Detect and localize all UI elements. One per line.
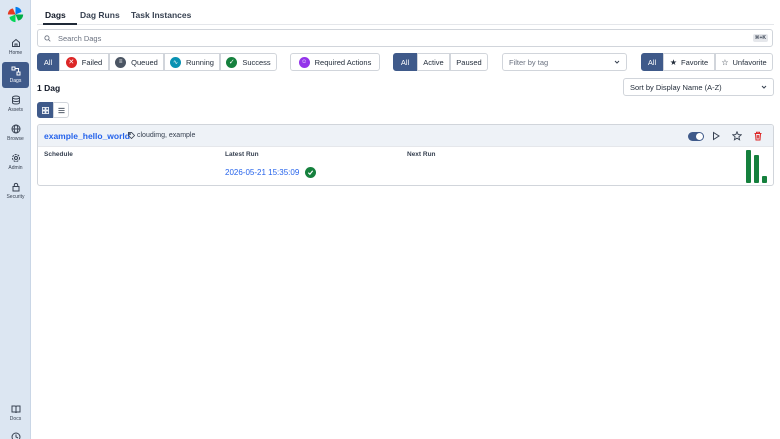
- filter-label: Running: [186, 57, 214, 67]
- search-placeholder: Search Dags: [58, 33, 102, 43]
- filter-success-button[interactable]: ✓ Success: [220, 53, 277, 71]
- filter-label: Unfavorite: [732, 57, 767, 67]
- dag-count: 1 Dag: [37, 83, 61, 93]
- delete-dag-button[interactable]: [752, 130, 764, 142]
- running-icon: ∿: [170, 56, 182, 68]
- filter-active-button[interactable]: Active: [417, 53, 450, 71]
- gear-icon: [11, 154, 20, 162]
- sidebar-item-docs[interactable]: Docs: [2, 400, 29, 426]
- filter-label: Paused: [456, 57, 482, 67]
- tab-bar: Dags Dag Runs Task Instances: [37, 0, 774, 25]
- sidebar: Home Dags Assets Browse Admin Security D…: [0, 0, 31, 439]
- run-bar[interactable]: [754, 155, 759, 183]
- filter-paused-all-button[interactable]: All: [393, 53, 417, 71]
- globe-icon: [11, 124, 20, 134]
- chevron-down-icon: [614, 60, 620, 64]
- filter-label: All: [647, 57, 657, 67]
- queued-icon: ≡: [115, 56, 127, 68]
- filter-label: Active: [423, 57, 444, 67]
- run-bar[interactable]: [762, 176, 767, 183]
- sidebar-item-label: Admin: [8, 165, 23, 171]
- filter-paused-button[interactable]: Paused: [450, 53, 488, 71]
- tag-icon: [128, 132, 135, 139]
- lock-icon: [12, 182, 19, 192]
- star-filled-icon: ★: [669, 57, 678, 67]
- sidebar-item-dags[interactable]: Dags: [2, 62, 29, 88]
- sidebar-item-label: Assets: [7, 107, 23, 113]
- sidebar-item-security[interactable]: Security: [2, 178, 29, 204]
- search-icon: [44, 34, 51, 42]
- tab-dags[interactable]: Dags: [45, 10, 66, 20]
- star-outline-icon: [732, 131, 742, 141]
- airflow-logo[interactable]: [7, 6, 24, 23]
- active-tab-indicator: [43, 23, 77, 25]
- user-check-icon: ☺: [298, 56, 310, 68]
- filter-label: Success: [242, 57, 271, 67]
- star-outline-icon: ☆: [721, 57, 729, 67]
- filter-favorite-button[interactable]: ★ Favorite: [663, 53, 715, 71]
- sidebar-item-label: Dags: [9, 78, 22, 84]
- failed-icon: ✕: [65, 56, 77, 68]
- sidebar-item-admin[interactable]: Admin: [2, 149, 29, 175]
- schedule-column-header: Schedule: [44, 151, 73, 158]
- tab-task-instances[interactable]: Task Instances: [131, 10, 191, 20]
- dag-card-header: example_hello_world cloudimg, example: [38, 125, 773, 147]
- sidebar-item-assets[interactable]: Assets: [2, 91, 29, 117]
- sidebar-item-label: Docs: [9, 416, 22, 422]
- tag-filter-placeholder: Filter by tag: [509, 57, 549, 67]
- home-icon: [11, 38, 20, 47]
- dag-tags: cloudimg, example: [128, 132, 195, 139]
- dags-icon: [11, 66, 20, 76]
- play-icon: [713, 131, 720, 141]
- filter-unfavorite-button[interactable]: ☆ Unfavorite: [715, 53, 773, 71]
- chevron-down-icon: [761, 85, 767, 89]
- filter-failed-button[interactable]: ✕ Failed: [59, 53, 109, 71]
- search-shortcut: ⌘+K: [752, 34, 768, 42]
- dag-name-link[interactable]: example_hello_world: [44, 131, 130, 141]
- list-view-button[interactable]: [53, 102, 69, 118]
- sidebar-item-home[interactable]: Home: [2, 34, 29, 60]
- favorite-dag-button[interactable]: [731, 130, 743, 142]
- trigger-dag-button[interactable]: [710, 130, 722, 142]
- filter-label: Favorite: [681, 57, 709, 67]
- dag-tags-text: cloudimg, example: [137, 132, 196, 139]
- sidebar-item-history[interactable]: [2, 428, 29, 439]
- card-view-button[interactable]: [37, 102, 53, 118]
- sort-select[interactable]: Sort by Display Name (A-Z): [623, 78, 774, 96]
- filter-label: All: [43, 57, 53, 67]
- search-input[interactable]: Search Dags ⌘+K: [37, 29, 773, 47]
- required-actions-button[interactable]: ☺ Required Actions: [290, 53, 380, 71]
- run-bar[interactable]: [746, 150, 751, 183]
- list-icon: [57, 107, 65, 113]
- grid-icon: [41, 106, 49, 114]
- filter-state-all-button[interactable]: All: [37, 53, 59, 71]
- filter-label: Required Actions: [314, 57, 372, 67]
- filter-label: All: [400, 57, 410, 67]
- filter-running-button[interactable]: ∿ Running: [164, 53, 220, 71]
- main-content: Dags Dag Runs Task Instances Search Dags…: [31, 0, 780, 439]
- next-run-column-header: Next Run: [407, 151, 436, 158]
- tag-filter-select[interactable]: Filter by tag: [502, 53, 627, 71]
- dag-active-toggle[interactable]: [688, 132, 704, 141]
- tab-dag-runs[interactable]: Dag Runs: [80, 10, 120, 20]
- clock-icon: [11, 432, 20, 439]
- filter-label: Failed: [81, 57, 103, 67]
- trash-icon: [754, 131, 762, 141]
- sort-value: Sort by Display Name (A-Z): [630, 82, 722, 92]
- sidebar-item-label: Browse: [7, 136, 24, 142]
- filter-label: Queued: [131, 57, 158, 67]
- latest-run-link[interactable]: 2026-05-21 15:35:09: [225, 168, 299, 177]
- filter-favorite-all-button[interactable]: All: [641, 53, 663, 71]
- latest-run-column-header: Latest Run: [225, 151, 259, 158]
- database-icon: [11, 95, 20, 105]
- sidebar-item-browse[interactable]: Browse: [2, 120, 29, 146]
- filter-queued-button[interactable]: ≡ Queued: [109, 53, 164, 71]
- book-icon: [11, 405, 20, 414]
- sidebar-item-label: Security: [6, 194, 25, 200]
- success-icon: [305, 167, 316, 178]
- recent-runs-chart: [746, 150, 768, 183]
- sidebar-item-label: Home: [8, 50, 23, 56]
- success-icon: ✓: [226, 56, 238, 68]
- dag-card: example_hello_world cloudimg, example Sc…: [37, 124, 774, 186]
